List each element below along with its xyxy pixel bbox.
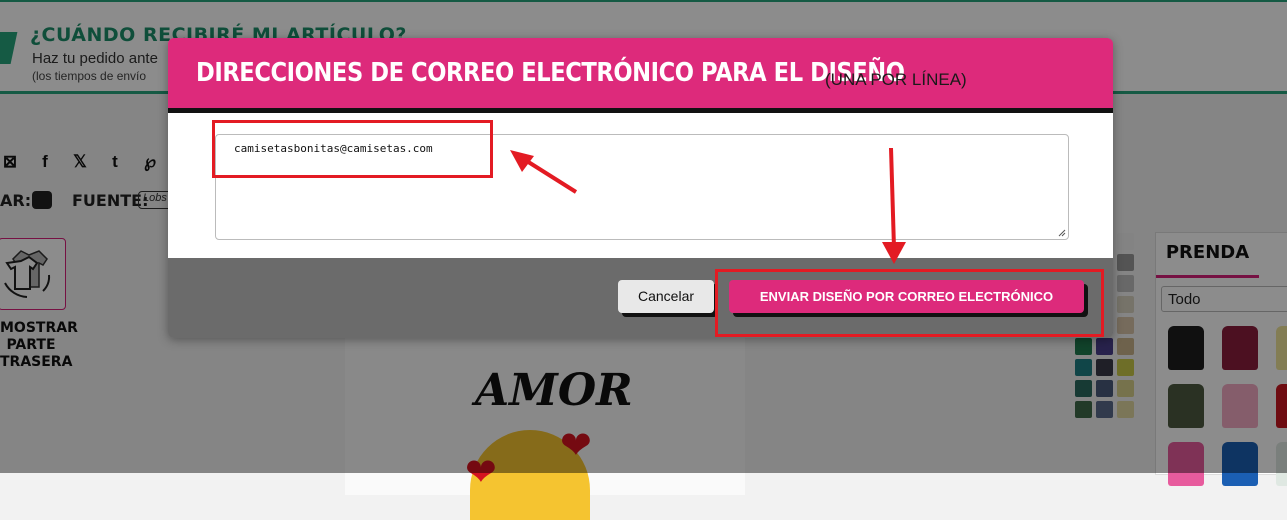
resize-grip-icon[interactable] xyxy=(1058,229,1066,237)
highlight-box-send xyxy=(715,269,1104,337)
highlight-box-email xyxy=(212,120,493,178)
modal-header: DIRECCIONES DE CORREO ELECTRÓNICO PARA E… xyxy=(168,38,1113,108)
cancel-button[interactable]: Cancelar xyxy=(618,280,714,313)
modal-title: DIRECCIONES DE CORREO ELECTRÓNICO PARA E… xyxy=(196,58,905,88)
modal-title-note: (UNA POR LÍNEA) xyxy=(825,70,967,89)
